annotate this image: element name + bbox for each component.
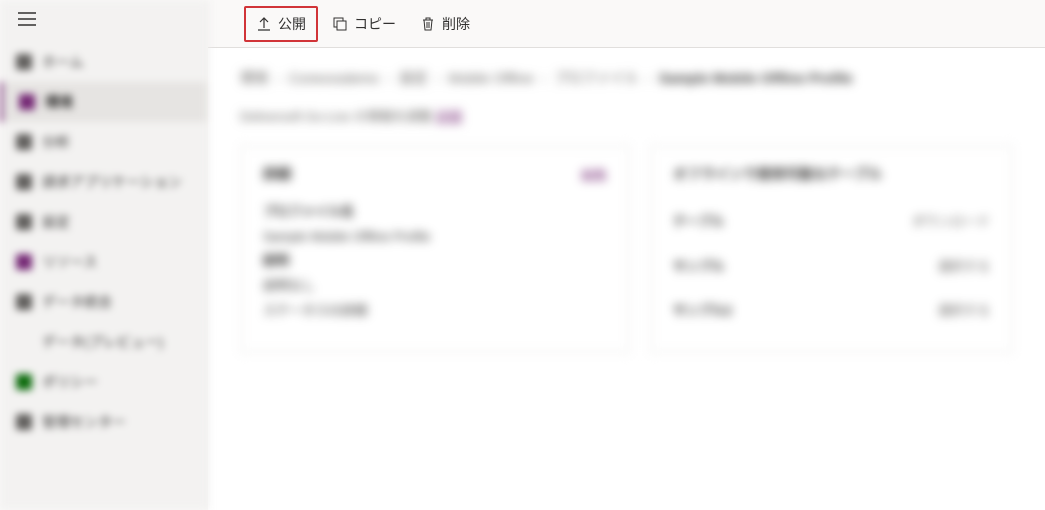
publish-button[interactable]: 公開	[244, 6, 318, 42]
field-label: プロファイル名	[263, 200, 607, 225]
learn-more-link[interactable]: 詳細	[436, 109, 462, 124]
field-label: 説明	[263, 249, 607, 274]
copy-button[interactable]: コピー	[322, 8, 406, 40]
breadcrumb-item[interactable]: 環境	[240, 68, 268, 88]
sidebar-item-resources[interactable]: リソース	[0, 242, 207, 282]
panel-title: オフラインで使用可能なテーブル	[673, 164, 882, 184]
sidebar-item-admin-center[interactable]: 管理センター	[0, 402, 207, 442]
tables-panel: オフラインで使用可能なテーブル テーブル ダウンロード サンプル 選択する サン…	[650, 145, 1013, 353]
delete-button[interactable]: 削除	[410, 8, 480, 40]
content-area: 環境› Conexosdemo› 設定› Mobile Offline› プロフ…	[208, 48, 1045, 510]
field-value: Sample Mobile Offline Profile	[263, 225, 607, 250]
sidebar-item-policies[interactable]: ポリシー	[0, 362, 207, 402]
trash-icon	[420, 16, 436, 32]
breadcrumb-item[interactable]: Conexosdemo	[289, 70, 379, 86]
sidebar-item-settings[interactable]: 設定	[0, 202, 207, 242]
sidebar: ホーム 環境 分析 請求アプリケーション 設定 リソース データ統合 データ(プ…	[0, 0, 208, 510]
table-row[interactable]: サンプル 選択する	[673, 245, 990, 290]
copy-label: コピー	[354, 14, 396, 34]
sidebar-item-data-preview[interactable]: データ(プレビュー)	[0, 322, 207, 362]
breadcrumb-item[interactable]: 設定	[400, 68, 428, 88]
edit-link[interactable]: 編集	[581, 165, 607, 184]
sidebar-item-analytics[interactable]: 分析	[0, 122, 207, 162]
hamburger-menu[interactable]	[18, 12, 36, 26]
sidebar-item-home[interactable]: ホーム	[0, 42, 207, 82]
breadcrumb-current: Sample Mobile Offline Profile	[659, 70, 853, 86]
copy-icon	[332, 16, 348, 32]
publish-label: 公開	[278, 14, 306, 34]
breadcrumb-item[interactable]: プロファイル	[554, 68, 638, 88]
subtitle: Deliversoft Go-Live の情報を調整 詳細	[240, 106, 1013, 125]
upload-icon	[256, 16, 272, 32]
details-panel: 詳細 編集 プロファイル名 Sample Mobile Offline Prof…	[240, 145, 630, 353]
panel-title: 詳細	[263, 164, 291, 184]
field-label: ステータスの詳細	[263, 299, 607, 324]
main-content: 公開 コピー 削除 環境› Conexosdemo› 設定› Mobile Of…	[208, 0, 1045, 510]
delete-label: 削除	[442, 14, 470, 34]
field-value: 説明なし	[263, 274, 607, 299]
breadcrumb-item[interactable]: Mobile Offline	[448, 70, 533, 86]
breadcrumb: 環境› Conexosdemo› 設定› Mobile Offline› プロフ…	[240, 68, 1013, 88]
sidebar-item-billing[interactable]: 請求アプリケーション	[0, 162, 207, 202]
table-row: テーブル ダウンロード	[673, 200, 990, 245]
toolbar: 公開 コピー 削除	[208, 0, 1045, 48]
sidebar-item-data-integration[interactable]: データ統合	[0, 282, 207, 322]
table-row[interactable]: サンプル2 選択する	[673, 289, 990, 334]
sidebar-item-environments[interactable]: 環境	[0, 82, 207, 122]
